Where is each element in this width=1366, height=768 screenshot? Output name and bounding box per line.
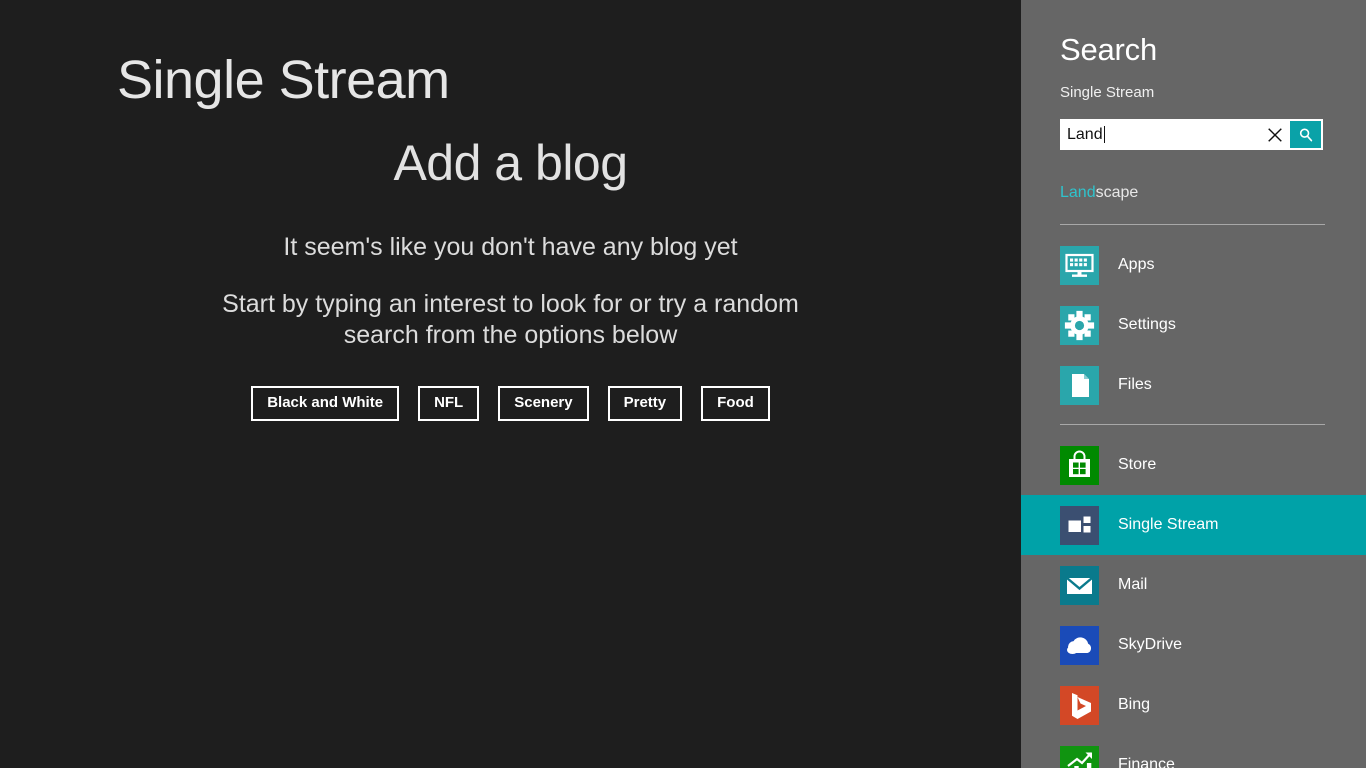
search-result-item-settings[interactable]: Settings [1021,295,1366,355]
search-panel-heading: Search [1060,32,1158,67]
close-icon [1267,127,1283,143]
search-result-label: Store [1118,456,1157,473]
document-icon [1060,365,1099,405]
add-blog-heading: Add a blog [393,135,628,191]
search-result-item-single-stream[interactable]: Single Stream [1021,495,1366,555]
autocomplete-matched-prefix: Land [1060,184,1096,201]
single-stream-icon [1060,505,1099,545]
search-result-item-store[interactable]: Store [1021,435,1366,495]
submit-search-button[interactable] [1290,121,1321,148]
cloud-icon [1060,625,1099,665]
chart-up-icon [1060,745,1099,768]
suggestion-button-row: Black and White NFL Scenery Pretty Food [0,385,1021,422]
search-result-label: Bing [1118,696,1151,713]
store-bag-icon [1060,445,1099,485]
autocomplete-remainder: scape [1095,184,1139,201]
autocomplete-suggestion[interactable]: Landscape [1060,184,1138,202]
search-result-label: Files [1118,376,1152,393]
search-input[interactable]: Land [1060,119,1260,150]
search-input-value: Land [1067,125,1103,143]
search-result-item-bing[interactable]: Bing [1021,675,1366,735]
search-result-item-apps[interactable]: Apps [1021,235,1366,295]
apps-icon [1060,245,1099,285]
search-result-item-files[interactable]: Files [1021,355,1366,415]
search-result-label: Mail [1118,576,1148,593]
text-caret [1103,126,1105,143]
bing-b-icon [1060,685,1099,725]
gear-icon [1060,305,1099,345]
app-content-area: Single Stream Add a blog It seem's like … [0,0,1021,768]
search-result-item-finance[interactable]: Finance [1021,735,1366,768]
search-result-label: SkyDrive [1118,636,1183,653]
divider-top [1060,224,1325,225]
empty-state-block: Add a blog It seem's like you don't have… [0,135,1021,422]
suggestion-button[interactable]: Black and White [251,385,400,422]
empty-state-message: It seem's like you don't have any blog y… [283,232,738,261]
suggestion-button[interactable]: NFL [418,385,480,422]
search-charm-panel: Search Single Stream Land Landscape Apps… [1021,0,1366,768]
instruction-message: Start by typing an interest to look for … [222,290,799,350]
search-icon [1298,127,1314,143]
clear-search-button[interactable] [1260,119,1290,150]
suggestion-button[interactable]: Pretty [607,385,683,422]
search-box[interactable]: Land [1060,119,1323,150]
search-result-label: Apps [1118,256,1155,273]
suggestion-button[interactable]: Food [701,385,770,422]
search-result-label: Finance [1118,756,1175,768]
search-result-label: Settings [1118,316,1176,333]
search-scope-label: Single Stream [1060,84,1155,101]
suggestion-button[interactable]: Scenery [498,385,589,422]
search-result-item-skydrive[interactable]: SkyDrive [1021,615,1366,675]
screen: Single Stream Add a blog It seem's like … [0,0,1366,768]
page-title: Single Stream [117,50,450,110]
divider-middle [1060,424,1325,425]
search-result-item-mail[interactable]: Mail [1021,555,1366,615]
envelope-icon [1060,565,1099,605]
search-result-label: Single Stream [1118,516,1219,533]
